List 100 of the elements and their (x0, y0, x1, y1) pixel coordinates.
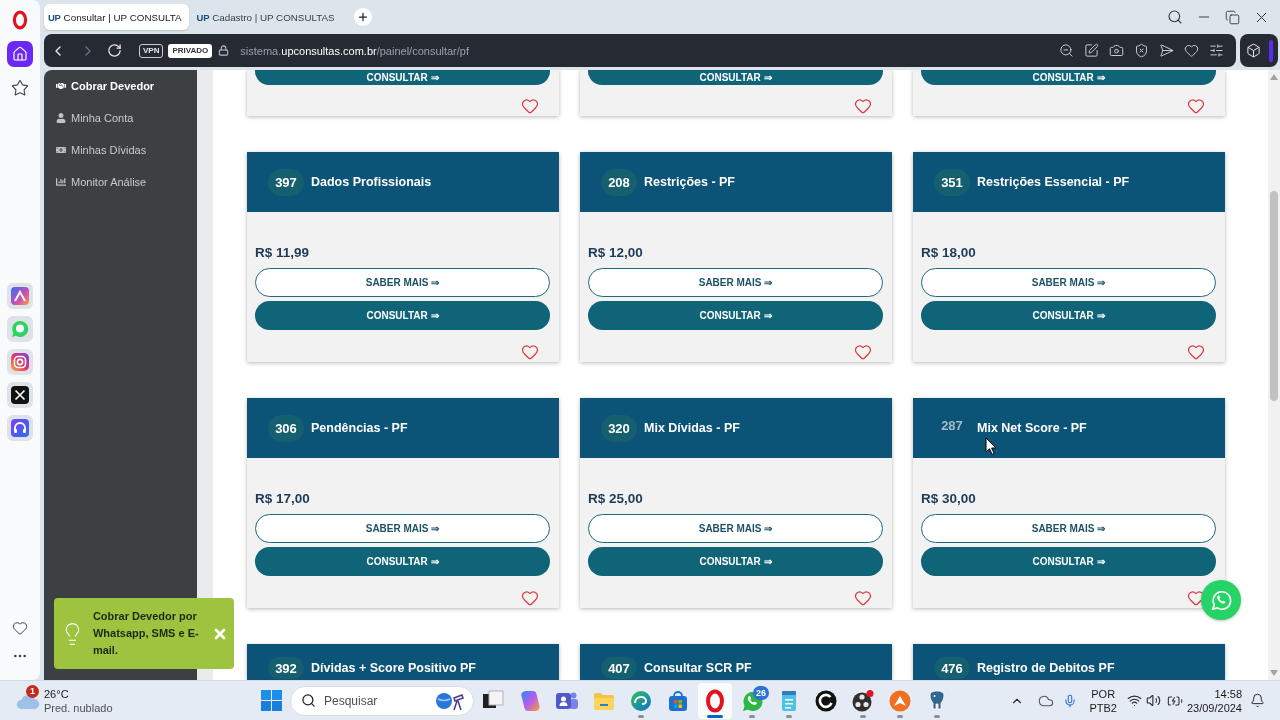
accent-bar (1269, 39, 1273, 62)
heart-icon[interactable] (1187, 343, 1205, 361)
circle-arc-app-icon[interactable] (814, 688, 838, 713)
bell-icon[interactable] (1250, 693, 1265, 708)
sidebar-item[interactable]: Cobrar Devedor (44, 70, 155, 102)
bar-chart-icon (56, 177, 66, 187)
lock-icon (218, 45, 230, 56)
heart-icon[interactable] (854, 589, 872, 607)
wave-browser-icon[interactable] (629, 688, 653, 713)
cube-icon[interactable] (1246, 43, 1261, 58)
heart-icon[interactable] (1187, 97, 1205, 115)
start-icon[interactable] (261, 690, 282, 711)
card-title: Restrições Essencial - PF (977, 174, 1130, 190)
headphones-app-icon[interactable] (7, 415, 33, 441)
banknote-icon (56, 145, 66, 155)
heart-icon[interactable] (854, 97, 872, 115)
restore-icon[interactable] (1225, 9, 1240, 25)
x-mark-app-icon[interactable] (7, 382, 33, 408)
product-code: 320 (601, 414, 637, 442)
star-icon[interactable] (11, 79, 29, 97)
consult-button[interactable]: CONSULTAR ⇒ (588, 301, 883, 330)
more-info-button[interactable]: SABER MAIS ⇒ (588, 268, 883, 297)
camera-app-icon[interactable] (7, 349, 33, 375)
plus-icon (356, 11, 369, 23)
reload-icon[interactable] (107, 43, 122, 58)
vpn-toggle[interactable]: VPN (139, 43, 164, 58)
product-code: 208 (601, 168, 637, 196)
more-info-button[interactable]: SABER MAIS ⇒ (921, 514, 1216, 543)
swirl-app-icon[interactable] (518, 688, 542, 713)
consult-button[interactable]: CONSULTAR ⇒ (921, 547, 1216, 576)
heart-icon[interactable] (521, 343, 539, 361)
price: R$ 12,00 (588, 244, 643, 262)
product-code: 407 (601, 657, 637, 679)
card-title: Consultar SCR PF (644, 660, 752, 677)
taskbar-button[interactable]: 26 (735, 682, 769, 719)
search-field[interactable]: Pesquisar (324, 693, 424, 708)
more-info-button[interactable]: SABER MAIS ⇒ (255, 514, 550, 543)
scrollbar[interactable] (1268, 70, 1280, 680)
tab-favicon: UP (196, 11, 210, 23)
ring-browser-icon[interactable] (703, 688, 727, 713)
home-button[interactable] (7, 41, 33, 67)
toast-message: Cobrar Devedor por Whatsapp, SMS e E-mail. (92, 609, 200, 658)
send-icon[interactable] (1159, 43, 1174, 58)
consult-button[interactable]: CONSULTAR ⇒ (921, 301, 1216, 330)
shopping-bag-icon[interactable] (666, 688, 690, 713)
taskbar-search[interactable]: Pesquisar (290, 685, 474, 716)
sidebar-item[interactable]: Minha Conta (44, 102, 134, 134)
camera-icon[interactable] (1109, 43, 1124, 58)
product-code: 392 (268, 657, 304, 679)
heart-icon[interactable] (12, 620, 28, 636)
phone-bubble-icon (1210, 589, 1232, 611)
shield-icon[interactable] (1134, 43, 1149, 58)
product-code: 351 (934, 168, 970, 196)
temperature: 26°C (44, 686, 69, 701)
consult-button[interactable]: CONSULTAR ⇒ (255, 301, 550, 330)
microphone-icon[interactable] (1063, 693, 1078, 708)
triangle-disc-app-icon[interactable] (888, 688, 912, 713)
price: R$ 18,00 (921, 244, 976, 262)
url-field[interactable]: sistema.upconsultas.com.br/painel/consultar/pf (240, 44, 469, 57)
product-code: 397 (268, 168, 304, 196)
consult-button[interactable]: CONSULTAR ⇒ (588, 70, 883, 85)
gradient-triangle-app-icon[interactable] (7, 283, 33, 309)
price: R$ 25,00 (588, 490, 643, 508)
search-icon[interactable] (1167, 9, 1183, 25)
browser-tab[interactable]: UP Cadastro | UP CONSULTAS (192, 4, 342, 30)
consult-button[interactable]: CONSULTAR ⇒ (255, 547, 550, 576)
heart-icon[interactable] (854, 343, 872, 361)
heart-icon[interactable] (521, 97, 539, 115)
card-title: Restrições - PF (644, 174, 735, 190)
more-info-button[interactable]: SABER MAIS ⇒ (921, 268, 1216, 297)
user-icon (56, 113, 66, 123)
heart-icon[interactable] (1184, 43, 1199, 58)
notification-count: 1 (26, 684, 39, 698)
consult-button[interactable]: CONSULTAR ⇒ (588, 547, 883, 576)
card-title: Mix Dívidas - PF (644, 420, 740, 436)
home-icon (12, 46, 28, 62)
pencil-square-icon[interactable] (1084, 43, 1099, 58)
product-code: 306 (268, 414, 304, 442)
more-info-button[interactable]: SABER MAIS ⇒ (588, 514, 883, 543)
scrollbar-thumb[interactable] (1270, 191, 1278, 401)
zoom-out-icon[interactable] (1059, 43, 1074, 58)
new-tab-button[interactable] (353, 8, 372, 26)
browser-tab[interactable]: UP Consultar | UP CONSULTA (44, 4, 189, 30)
heart-icon[interactable] (1187, 589, 1205, 607)
clock-time: 14:58 (1214, 686, 1242, 701)
more-info-button[interactable]: SABER MAIS ⇒ (255, 268, 550, 297)
heart-icon[interactable] (521, 589, 539, 607)
keyboard-layout: PTB2 (1089, 700, 1117, 715)
sidebar-item[interactable]: Monitor Análise (44, 166, 147, 198)
mouse-pointer-icon (985, 437, 997, 455)
notification-count: 26 (753, 685, 769, 700)
handshake-icon (56, 81, 66, 91)
three-dots-app-icon[interactable] (851, 688, 875, 713)
consult-button[interactable]: CONSULTAR ⇒ (255, 70, 550, 85)
consult-button[interactable]: CONSULTAR ⇒ (921, 70, 1216, 85)
browser-logo-icon[interactable] (12, 10, 28, 30)
sidebar-item[interactable]: Minhas Dívidas (44, 134, 147, 166)
sliders-icon[interactable] (1209, 43, 1224, 58)
card-title: Pendências - PF (311, 420, 408, 436)
speaker-icon[interactable] (1145, 693, 1161, 708)
